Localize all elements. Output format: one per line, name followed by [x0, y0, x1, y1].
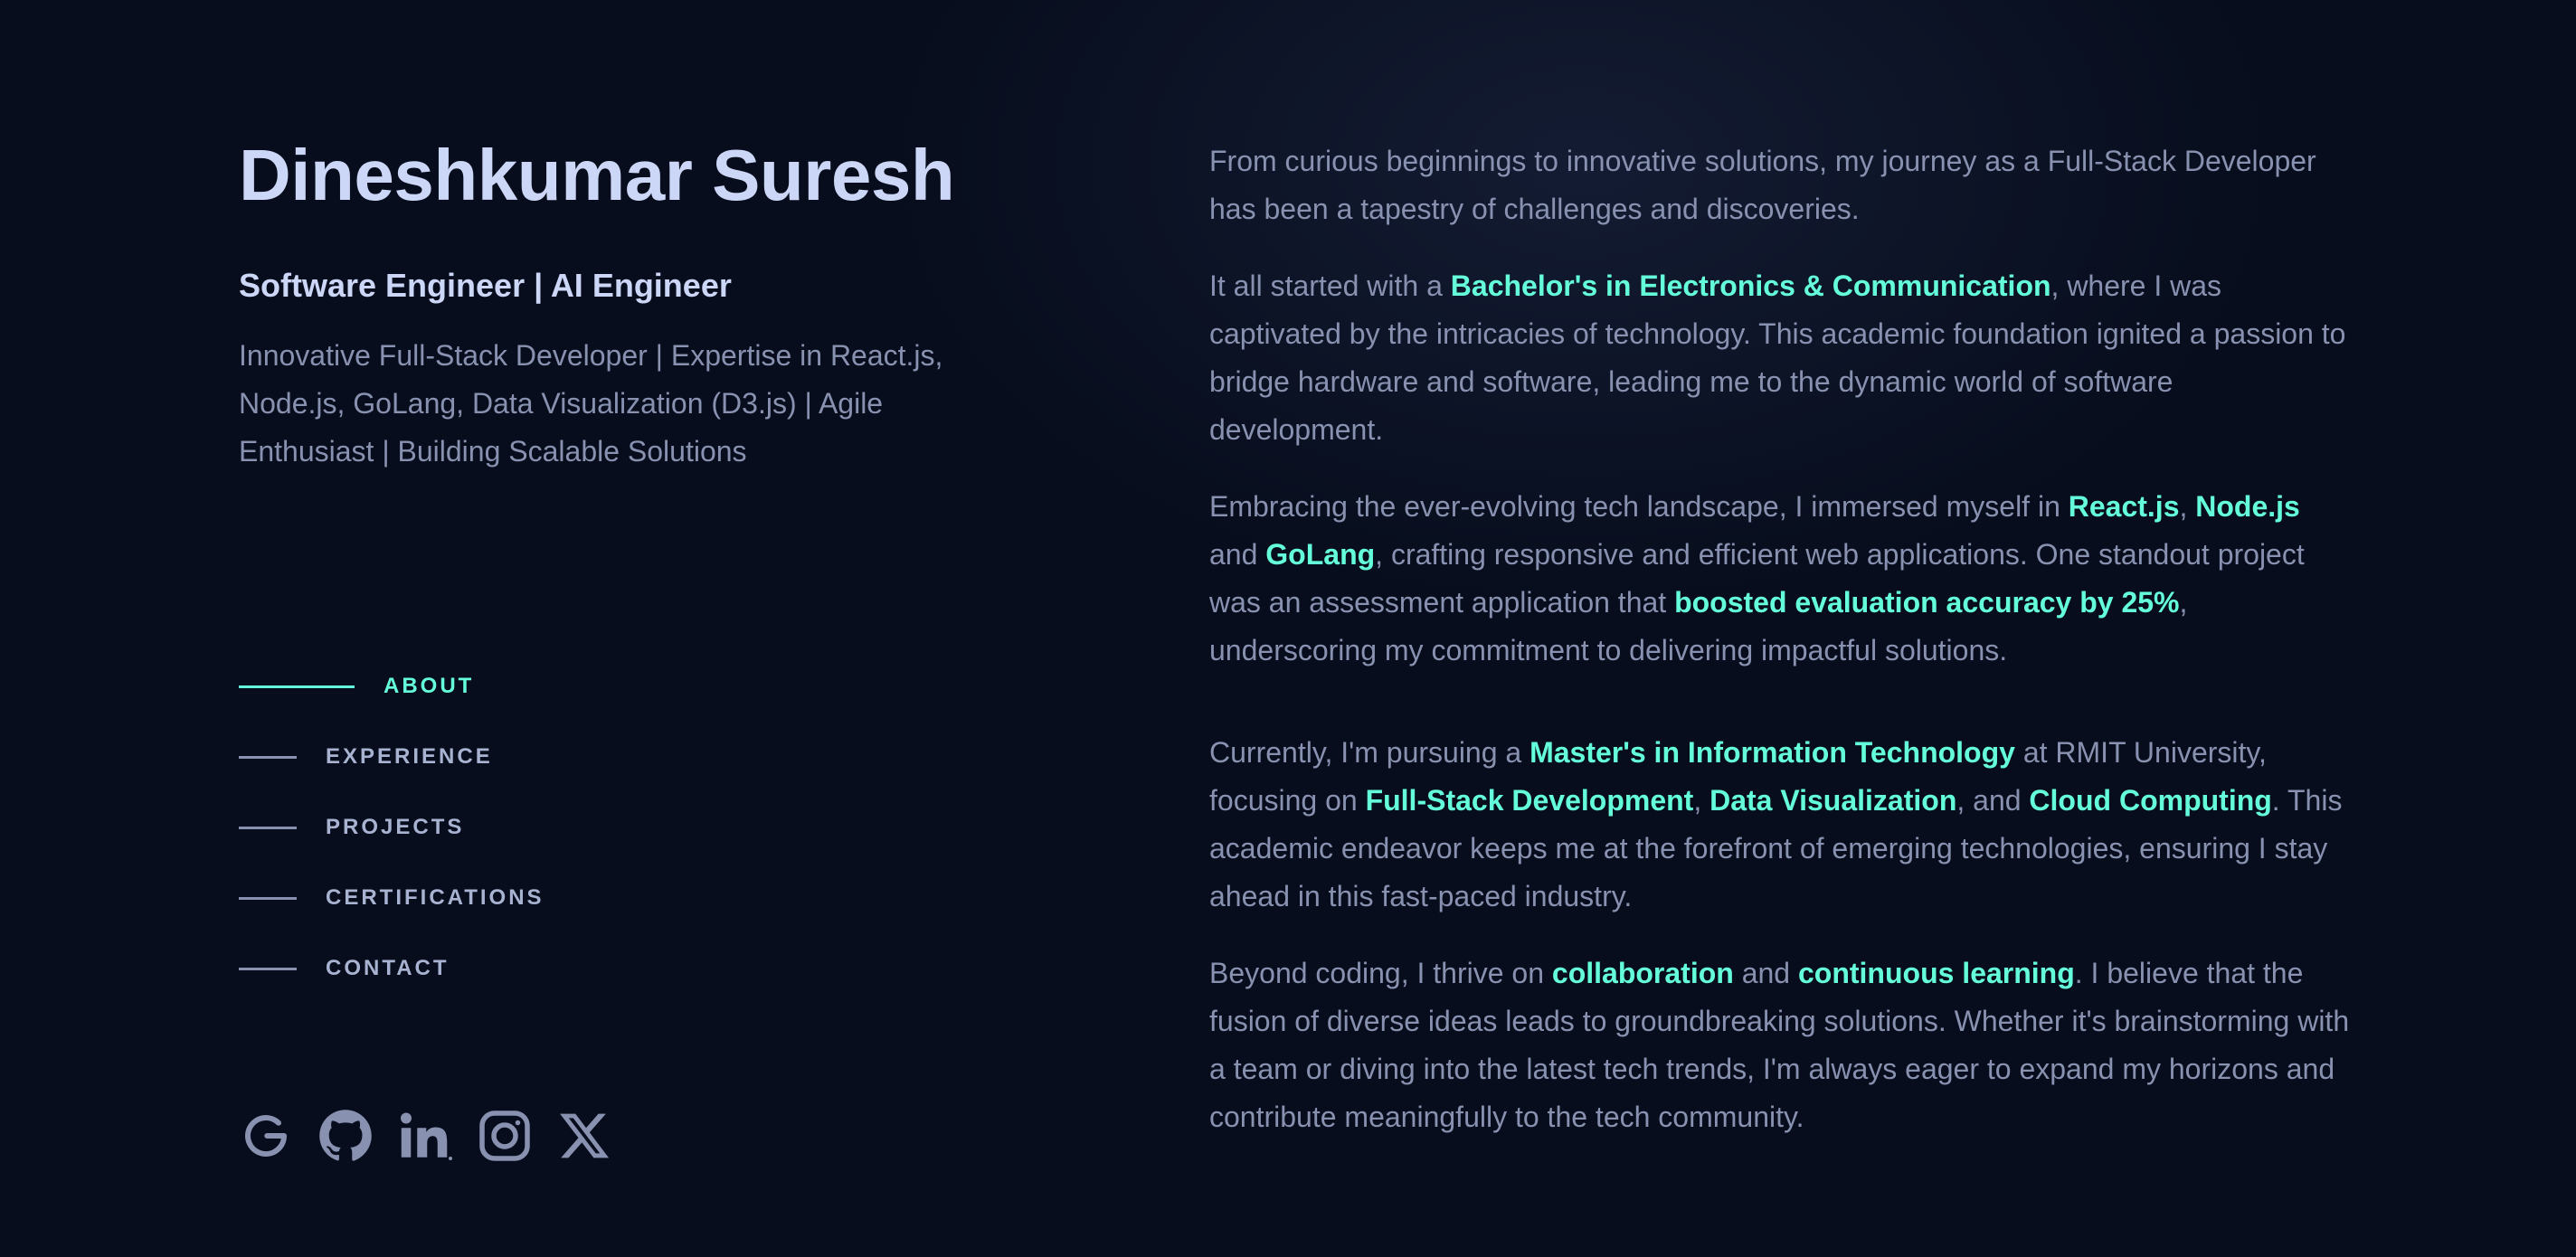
- about-paragraph-3: Embracing the ever-evolving tech landsca…: [1209, 483, 2351, 675]
- instagram-icon: [479, 1111, 530, 1161]
- highlight-reactjs: React.js: [2068, 490, 2180, 523]
- nav-item-label: EXPERIENCE: [326, 744, 493, 769]
- highlight-bachelors: Bachelor's in Electronics & Communicatio…: [1450, 269, 2051, 302]
- highlight-learning: continuous learning: [1797, 957, 2075, 989]
- about-paragraph-4: Currently, I'm pursuing a Master's in In…: [1209, 729, 2351, 921]
- x-link[interactable]: [557, 1109, 611, 1163]
- job-title: Software Engineer | AI Engineer: [239, 267, 732, 304]
- linkedin-link[interactable]: [398, 1109, 452, 1163]
- highlight-dataviz: Data Visualization: [1709, 784, 1957, 817]
- social-links: [239, 1109, 637, 1163]
- about-text: Embracing the ever-evolving tech landsca…: [1209, 490, 2069, 523]
- nav-item-projects[interactable]: PROJECTS: [239, 792, 545, 863]
- highlight-fullstack: Full-Stack Development: [1365, 784, 1694, 817]
- about-text: From curious beginnings to innovative so…: [1209, 145, 2316, 225]
- nav-item-certifications[interactable]: CERTIFICATIONS: [239, 863, 545, 933]
- github-link[interactable]: [318, 1109, 373, 1163]
- about-section: From curious beginnings to innovative so…: [1209, 137, 2351, 1170]
- google-link[interactable]: [239, 1109, 293, 1163]
- section-nav: ABOUT EXPERIENCE PROJECTS CERTIFICATIONS…: [239, 651, 545, 1004]
- instagram-link[interactable]: [478, 1109, 532, 1163]
- about-text: ,: [1693, 784, 1710, 817]
- about-text: and: [1733, 957, 1798, 989]
- page-title: Dineshkumar Suresh: [239, 135, 955, 215]
- highlight-golang: GoLang: [1265, 538, 1376, 571]
- about-paragraph-1: From curious beginnings to innovative so…: [1209, 137, 2351, 233]
- github-icon: [319, 1110, 372, 1161]
- nav-indicator-line: [239, 755, 297, 759]
- highlight-nodejs: Node.js: [2195, 490, 2300, 523]
- tagline: Innovative Full-Stack Developer | Expert…: [239, 339, 943, 468]
- about-text: Beyond coding, I thrive on: [1209, 957, 1552, 989]
- about-text: It all started with a: [1209, 269, 1451, 302]
- google-icon: [245, 1115, 287, 1157]
- about-text: ,: [2179, 490, 2196, 523]
- about-paragraph-2: It all started with a Bachelor's in Elec…: [1209, 262, 2351, 454]
- nav-indicator-line: [239, 896, 297, 900]
- nav-item-contact[interactable]: CONTACT: [239, 933, 545, 1004]
- nav-item-label: CONTACT: [326, 956, 450, 980]
- about-text: , and: [1956, 784, 2030, 817]
- nav-indicator-line: [239, 826, 297, 829]
- linkedin-icon: [401, 1112, 452, 1160]
- highlight-masters: Master's in Information Technology: [1530, 736, 2015, 769]
- nav-item-experience[interactable]: EXPERIENCE: [239, 722, 545, 792]
- about-text: and: [1209, 538, 1266, 571]
- nav-item-about[interactable]: ABOUT: [239, 651, 545, 722]
- highlight-collaboration: collaboration: [1551, 957, 1734, 989]
- intro-section: Dineshkumar Suresh Software Engineer | A…: [239, 136, 999, 476]
- highlight-accuracy: boosted evaluation accuracy by 25%: [1674, 586, 2180, 619]
- about-text: Currently, I'm pursuing a: [1209, 736, 1530, 769]
- about-paragraph-5: Beyond coding, I thrive on collaboration…: [1209, 950, 2351, 1141]
- nav-indicator-line: [239, 967, 297, 970]
- highlight-cloud: Cloud Computing: [2029, 784, 2272, 817]
- nav-item-label: PROJECTS: [326, 815, 465, 839]
- x-icon: [560, 1113, 610, 1158]
- nav-item-label: ABOUT: [384, 674, 475, 698]
- nav-item-label: CERTIFICATIONS: [326, 885, 545, 910]
- nav-indicator-line: [239, 685, 355, 688]
